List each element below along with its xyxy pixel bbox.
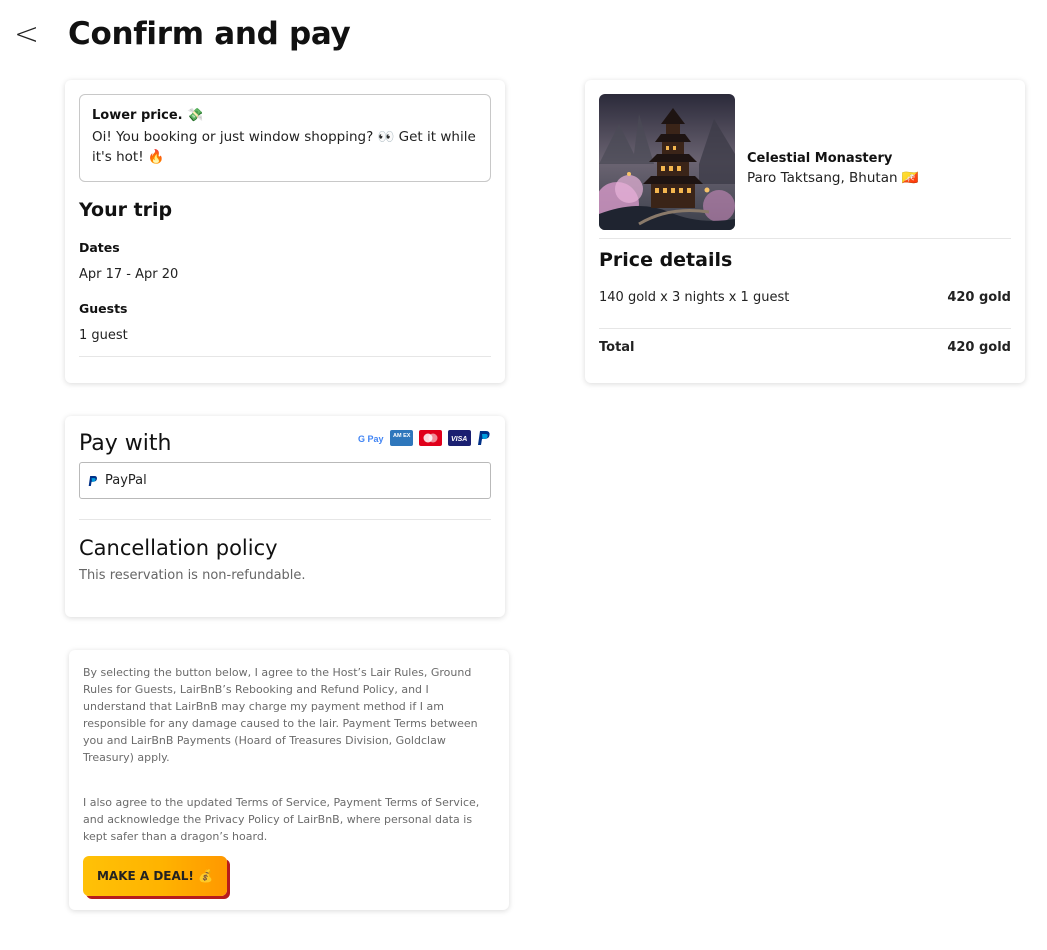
trip-card: Lower price. 💸 Oi! You booking or just w… [65, 80, 505, 383]
payment-method-select[interactable]: PayPal [79, 462, 491, 499]
price-details-card: Celestial Monastery Paro Taktsang, Bhuta… [585, 80, 1025, 383]
paypal-icon [477, 430, 491, 451]
price-line-amount: 420 gold [947, 290, 1011, 305]
mastercard-icon [419, 430, 442, 451]
payment-icons: G Pay AM EX VISA [358, 430, 491, 451]
cancellation-text: This reservation is non-refundable. [79, 568, 306, 583]
dates-value: Apr 17 - Apr 20 [79, 267, 179, 282]
your-trip-heading: Your trip [79, 199, 173, 221]
divider [79, 356, 491, 357]
svg-text:G Pay: G Pay [358, 434, 384, 444]
svg-text:VISA: VISA [451, 436, 467, 443]
visa-icon: VISA [448, 430, 471, 451]
divider [79, 519, 491, 520]
guests-label: Guests [79, 301, 128, 316]
guests-value: 1 guest [79, 328, 128, 343]
terms-paragraph-1: By selecting the button below, I agree t… [83, 666, 478, 764]
listing-summary: Celestial Monastery Paro Taktsang, Bhuta… [599, 94, 1011, 230]
price-line-row: 140 gold x 3 nights x 1 guest 420 gold [599, 290, 1011, 305]
total-row: Total 420 gold [599, 340, 1011, 355]
total-amount: 420 gold [947, 340, 1011, 355]
total-label: Total [599, 340, 635, 355]
listing-name: Celestial Monastery [747, 150, 893, 166]
price-details-heading: Price details [599, 249, 733, 271]
promo-text: Oi! You booking or just window shopping?… [92, 129, 476, 165]
payment-card: Pay with G Pay AM EX VISA PayPal Cancell… [65, 416, 505, 617]
promo-title: Lower price. 💸 [92, 108, 204, 123]
svg-text:AM EX: AM EX [393, 433, 411, 439]
divider [599, 328, 1011, 329]
cancellation-heading: Cancellation policy [79, 536, 278, 560]
terms-card: By selecting the button below, I agree t… [69, 650, 509, 910]
google-pay-icon: G Pay [358, 431, 384, 450]
terms-paragraph-2: I also agree to the updated Terms of Ser… [83, 796, 480, 843]
dates-label: Dates [79, 240, 120, 255]
page-title: Confirm and pay [68, 16, 351, 52]
promo-banner: Lower price. 💸 Oi! You booking or just w… [79, 94, 491, 182]
price-line-label: 140 gold x 3 nights x 1 guest [599, 290, 790, 305]
pay-with-heading: Pay with [79, 431, 172, 456]
listing-image [599, 94, 735, 230]
back-button[interactable]: < [14, 20, 39, 50]
paypal-icon [88, 475, 98, 487]
listing-location: Paro Taktsang, Bhutan 🇧🇹 [747, 169, 919, 186]
amex-icon: AM EX [390, 430, 413, 451]
make-a-deal-button[interactable]: MAKE A DEAL! 💰 [83, 856, 227, 896]
divider [599, 238, 1011, 239]
payment-method-value: PayPal [105, 473, 147, 488]
